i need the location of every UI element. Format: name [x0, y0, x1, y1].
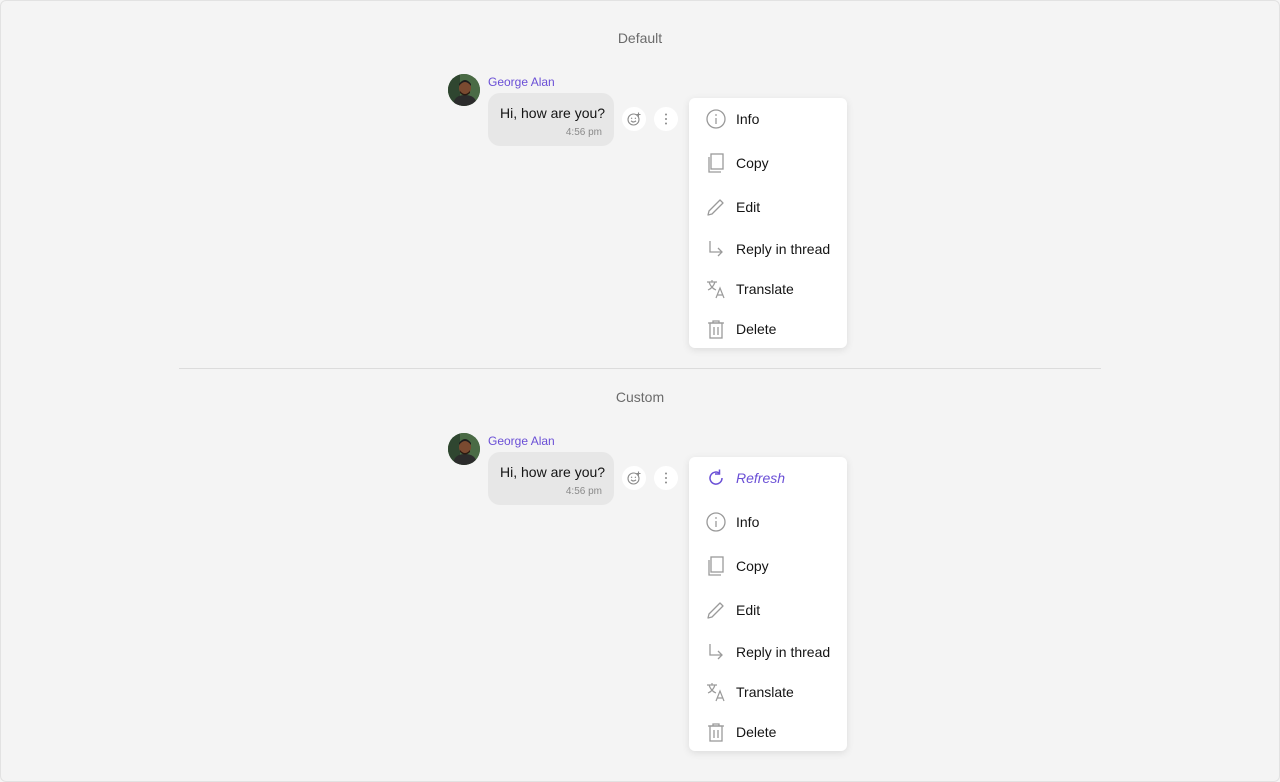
menu-item-label: Copy: [736, 155, 769, 171]
menu-item-label: Translate: [736, 281, 794, 297]
add-reaction-button[interactable]: [622, 466, 646, 490]
menu-item-label: Edit: [736, 602, 761, 618]
context-menu-default: Info Copy Edit Reply in thread Translate…: [689, 98, 847, 348]
menu-item-label: Reply in thread: [736, 241, 831, 257]
menu-item-reply-in-thread[interactable]: Reply in thread: [689, 231, 847, 267]
section-divider: [179, 368, 1101, 369]
menu-item-copy[interactable]: Copy: [689, 145, 847, 181]
add-reaction-icon: [627, 112, 641, 126]
menu-item-delete[interactable]: Delete: [689, 714, 847, 750]
avatar[interactable]: [448, 433, 480, 465]
menu-item-info[interactable]: Info: [689, 101, 847, 137]
message-time: 4:56 pm: [565, 127, 602, 138]
sender-name[interactable]: George Alan: [488, 75, 555, 89]
menu-item-label: Refresh: [736, 470, 786, 486]
menu-item-delete[interactable]: Delete: [689, 311, 847, 347]
message-bubble[interactable]: Hi, how are you? 4:56 pm: [488, 452, 614, 505]
menu-item-label: Delete: [736, 724, 777, 740]
menu-item-reply-in-thread[interactable]: Reply in thread: [689, 634, 847, 670]
message-text: Hi, how are you?: [500, 464, 606, 480]
delete-icon: [705, 721, 727, 743]
edit-icon: [705, 599, 727, 621]
info-icon: [705, 108, 727, 130]
menu-item-label: Delete: [736, 321, 777, 337]
menu-item-refresh[interactable]: Refresh: [689, 460, 847, 496]
menu-item-label: Copy: [736, 558, 769, 574]
menu-item-label: Info: [736, 111, 760, 127]
translate-icon: [705, 681, 727, 703]
menu-item-label: Reply in thread: [736, 644, 831, 660]
avatar[interactable]: [448, 74, 480, 106]
menu-item-copy[interactable]: Copy: [689, 548, 847, 584]
copy-icon: [705, 555, 727, 577]
copy-icon: [705, 152, 727, 174]
section-title-custom: Custom: [615, 389, 665, 405]
menu-item-label: Edit: [736, 199, 761, 215]
menu-item-edit[interactable]: Edit: [689, 592, 847, 628]
translate-icon: [705, 278, 727, 300]
refresh-icon: [705, 467, 727, 489]
menu-item-translate[interactable]: Translate: [689, 674, 847, 710]
add-reaction-button[interactable]: [622, 107, 646, 131]
menu-item-label: Translate: [736, 684, 794, 700]
menu-item-edit[interactable]: Edit: [689, 189, 847, 225]
info-icon: [705, 511, 727, 533]
menu-item-label: Info: [736, 514, 760, 530]
reply-icon: [705, 238, 727, 260]
edit-icon: [705, 196, 727, 218]
section-title-default: Default: [617, 30, 663, 46]
sender-name[interactable]: George Alan: [488, 434, 555, 448]
reply-icon: [705, 641, 727, 663]
message-time: 4:56 pm: [565, 486, 602, 497]
more-vertical-icon: [665, 113, 667, 125]
add-reaction-icon: [627, 471, 641, 485]
menu-item-translate[interactable]: Translate: [689, 271, 847, 307]
more-options-button[interactable]: [654, 107, 678, 131]
more-options-button[interactable]: [654, 466, 678, 490]
message-text: Hi, how are you?: [500, 105, 606, 121]
menu-item-info[interactable]: Info: [689, 504, 847, 540]
delete-icon: [705, 318, 727, 340]
more-vertical-icon: [665, 472, 667, 484]
context-menu-custom: Refresh Info Copy Edit Reply in thread T…: [689, 457, 847, 751]
message-bubble[interactable]: Hi, how are you? 4:56 pm: [488, 93, 614, 146]
